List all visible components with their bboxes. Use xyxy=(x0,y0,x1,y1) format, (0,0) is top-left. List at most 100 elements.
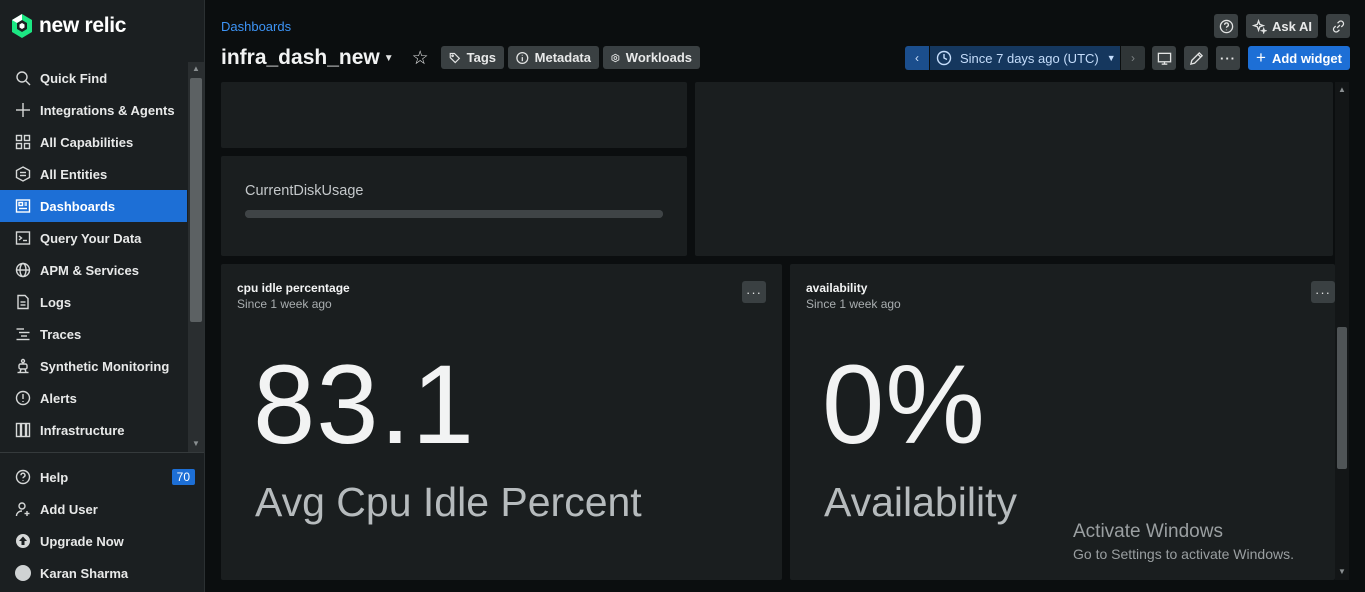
sidebar-item-label: Synthetic Monitoring xyxy=(40,358,170,374)
chevron-down-icon[interactable]: ▼ xyxy=(384,53,394,64)
sparkle-icon xyxy=(1252,18,1267,34)
info-icon xyxy=(516,51,529,64)
favorite-star-icon[interactable]: ☆ xyxy=(412,47,429,70)
widget-tile-top-right xyxy=(695,82,1333,256)
widget-menu-button[interactable]: ··· xyxy=(1311,281,1335,303)
widget-disk-usage: CurrentDiskUsage xyxy=(221,156,687,256)
workloads-label: Workloads xyxy=(625,50,692,65)
sidebar-item-label: Quick Find xyxy=(40,70,108,86)
next-time-button[interactable]: › xyxy=(1121,46,1145,70)
sidebar-item-integrations[interactable]: Integrations & Agents xyxy=(0,94,187,126)
billboard-label: Avg Cpu Idle Percent xyxy=(255,479,642,525)
disk-usage-label: CurrentDiskUsage xyxy=(245,183,364,199)
infrastructure-icon xyxy=(14,421,32,439)
new-relic-logo[interactable]: new relic xyxy=(11,12,126,40)
help-button[interactable] xyxy=(1214,14,1238,38)
scroll-up-icon[interactable]: ▲ xyxy=(1337,85,1347,95)
sidebar-item-query-your-data[interactable]: Query Your Data xyxy=(0,222,187,254)
sidebar-scrollbar-thumb[interactable] xyxy=(190,78,202,322)
robot-icon xyxy=(14,357,32,375)
sidebar-item-alerts[interactable]: Alerts xyxy=(0,382,187,414)
add-widget-button[interactable]: + Add widget xyxy=(1248,46,1350,70)
sidebar-item-synthetic-monitoring[interactable]: Synthetic Monitoring xyxy=(0,350,187,382)
sidebar-item-add-user[interactable]: Add User xyxy=(0,493,204,525)
sidebar-item-upgrade[interactable]: Upgrade Now xyxy=(0,525,204,557)
previous-time-button[interactable]: ‹ xyxy=(905,46,929,70)
plus-icon: + xyxy=(1256,48,1266,67)
widget-subtitle: Since 1 week ago xyxy=(237,297,332,311)
sidebar: new relic Quick Find Integrations & Agen… xyxy=(0,0,205,592)
windows-activation-watermark: Activate Windows Go to Settings to activ… xyxy=(1073,521,1294,562)
disk-usage-bar xyxy=(245,210,663,218)
ask-ai-button[interactable]: Ask AI xyxy=(1246,14,1318,38)
sidebar-item-label: All Capabilities xyxy=(40,134,134,150)
search-icon xyxy=(14,69,32,87)
add-widget-label: Add widget xyxy=(1271,50,1342,66)
sidebar-item-quick-find[interactable]: Quick Find xyxy=(0,62,187,94)
sidebar-item-all-capabilities[interactable]: All Capabilities xyxy=(0,126,187,158)
clock-icon xyxy=(936,50,952,66)
time-picker: ‹ Since 7 days ago (UTC) ▼ › xyxy=(905,46,1145,70)
tags-label: Tags xyxy=(466,50,496,65)
content-scrollbar-thumb[interactable] xyxy=(1337,327,1347,469)
dashboard-icon xyxy=(14,197,32,215)
sidebar-item-label: Help xyxy=(40,469,69,485)
widget-cpu-idle: cpu idle percentage Since 1 week ago ···… xyxy=(221,264,782,580)
tags-button[interactable]: Tags xyxy=(441,46,504,69)
sidebar-item-user-profile[interactable]: Karan Sharma xyxy=(0,557,204,589)
sidebar-item-dashboards[interactable]: Dashboards xyxy=(0,190,187,222)
scroll-down-icon[interactable]: ▼ xyxy=(191,439,201,449)
more-icon: ··· xyxy=(1220,50,1236,66)
sidebar-item-infrastructure[interactable]: Infrastructure xyxy=(0,414,187,446)
monitor-icon xyxy=(1157,52,1171,65)
sidebar-item-label: Dashboards xyxy=(40,198,116,214)
breadcrumb-dashboards[interactable]: Dashboards xyxy=(221,19,291,34)
more-options-button[interactable]: ··· xyxy=(1216,46,1240,70)
help-icon xyxy=(1219,19,1233,33)
widget-title: availability xyxy=(806,281,868,295)
sidebar-item-help[interactable]: Help 70 xyxy=(0,461,204,493)
scroll-down-icon[interactable]: ▼ xyxy=(1337,567,1347,577)
title-row: infra_dash_new ▼ ☆ xyxy=(221,44,429,72)
tv-mode-button[interactable] xyxy=(1152,46,1176,70)
metadata-label: Metadata xyxy=(534,50,591,65)
sidebar-item-all-entities[interactable]: All Entities xyxy=(0,158,187,190)
link-icon xyxy=(1332,19,1344,33)
sidebar-item-label: All Entities xyxy=(40,166,108,182)
time-range-select[interactable]: Since 7 days ago (UTC) ▼ xyxy=(930,46,1120,70)
sidebar-item-apm-services[interactable]: APM & Services xyxy=(0,254,187,286)
app-window: new relic Quick Find Integrations & Agen… xyxy=(0,0,1365,592)
tag-icon xyxy=(449,52,461,63)
widget-menu-button[interactable]: ··· xyxy=(742,281,766,303)
scroll-up-icon[interactable]: ▲ xyxy=(191,64,201,74)
more-icon: ··· xyxy=(746,284,762,300)
sidebar-nav: Quick Find Integrations & Agents All Cap… xyxy=(0,62,187,446)
globe-icon xyxy=(14,261,32,279)
metadata-button[interactable]: Metadata xyxy=(508,46,599,69)
avatar xyxy=(14,564,32,582)
sidebar-item-logs[interactable]: Logs xyxy=(0,286,187,318)
alert-icon xyxy=(14,389,32,407)
sidebar-bottom-nav: Help 70 Add User Upgrade Now Karan Sharm… xyxy=(0,461,204,589)
entities-icon xyxy=(14,165,32,183)
workloads-button[interactable]: Workloads xyxy=(603,46,700,69)
traces-icon xyxy=(14,325,32,343)
sidebar-item-traces[interactable]: Traces xyxy=(0,318,187,350)
chevron-down-icon: ▼ xyxy=(1106,53,1116,63)
document-icon xyxy=(14,293,32,311)
brand-name: new relic xyxy=(39,14,127,37)
page-title[interactable]: infra_dash_new xyxy=(221,46,380,70)
more-icon: ··· xyxy=(1315,284,1331,300)
billboard-value: 83.1 xyxy=(253,342,475,467)
watermark-subtitle: Go to Settings to activate Windows. xyxy=(1073,546,1294,562)
edit-button[interactable] xyxy=(1184,46,1208,70)
pencil-icon xyxy=(1189,51,1203,65)
help-badge: 70 xyxy=(171,469,195,485)
share-link-button[interactable] xyxy=(1326,14,1350,38)
disk-usage-bar-fill xyxy=(245,210,663,218)
sidebar-divider xyxy=(0,452,204,453)
sidebar-item-label: Query Your Data xyxy=(40,230,142,246)
widget-subtitle: Since 1 week ago xyxy=(806,297,901,311)
widget-tile-top-left xyxy=(221,82,687,148)
sidebar-item-label: Add User xyxy=(40,501,98,517)
